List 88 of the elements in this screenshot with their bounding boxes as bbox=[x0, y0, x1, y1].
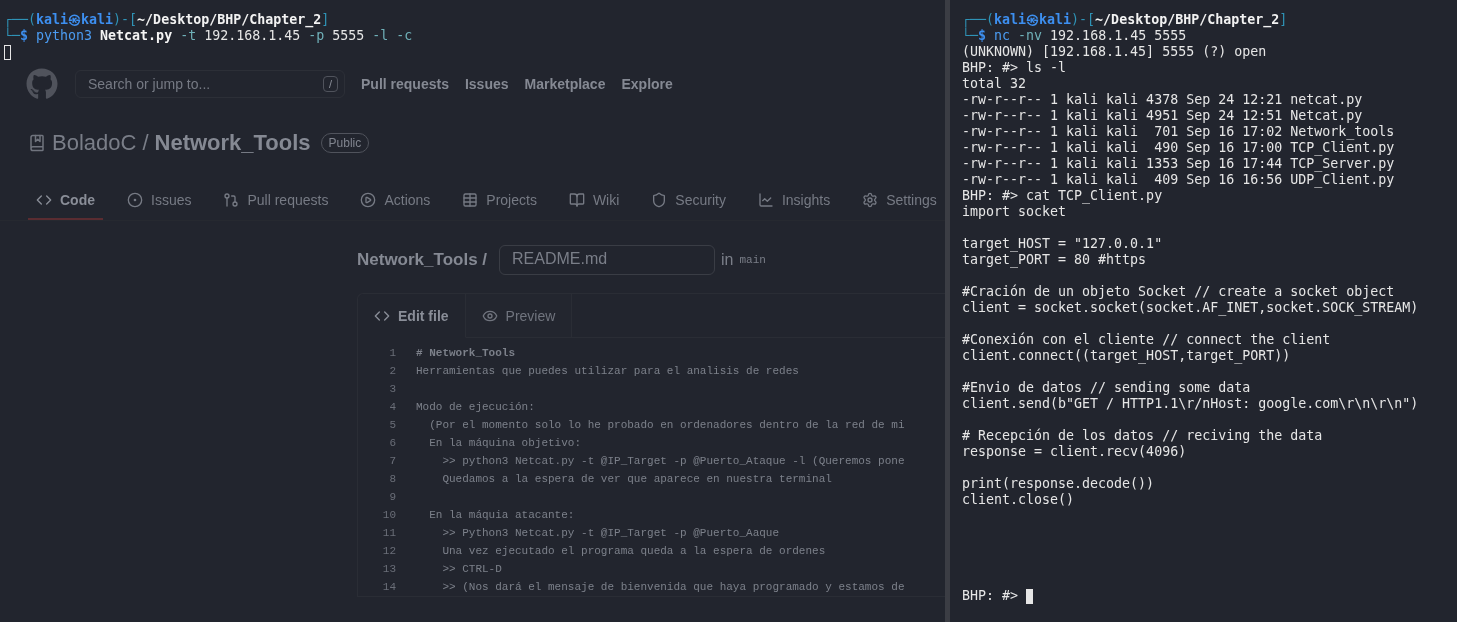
nav-link[interactable]: Issues bbox=[464, 76, 509, 92]
output-line: BHP: #> cat TCP_Client.py bbox=[962, 188, 1163, 204]
nav-link[interactable]: Explore bbox=[621, 76, 673, 92]
code-line: En la máquina objetivo: bbox=[428, 437, 583, 449]
line-number: 8 bbox=[388, 473, 396, 485]
output-line: client.close() bbox=[962, 492, 1075, 508]
line-number: 3 bbox=[388, 383, 396, 395]
branch-name: main bbox=[739, 254, 766, 266]
prompt-line: ┌──(kali㉿kali)-[~/Desktop/BHP/Chapter_2] bbox=[962, 12, 1288, 28]
pull-request-icon bbox=[223, 192, 240, 208]
output-line: print(response.decode()) bbox=[962, 476, 1155, 492]
search-field[interactable]: Search or jump to... / bbox=[75, 70, 345, 98]
line-number: 1 bbox=[388, 347, 396, 359]
code-line: # Network_Tools bbox=[416, 347, 517, 359]
settings-icon bbox=[862, 192, 879, 208]
output-line: -rw-r--r-- 1 kali kali 490 Sep 16 17:00 TCP_Client.py bbox=[962, 140, 1395, 156]
repo-tab[interactable]: Wiki bbox=[560, 192, 628, 220]
branch-label: in bbox=[721, 251, 734, 269]
play-icon bbox=[360, 192, 377, 208]
output-line: -rw-r--r-- 1 kali kali 701 Sep 16 17:02 Network_tools bbox=[962, 124, 1395, 140]
output-line: BHP: #> ls -l bbox=[962, 60, 1067, 76]
repo-tab[interactable]: Settings bbox=[854, 192, 945, 220]
output-line: #Cración de un objeto Socket // create a socket object bbox=[962, 284, 1395, 300]
output-line: client.connect((target_HOST,target_PORT)) bbox=[962, 348, 1291, 364]
code-line: Herramientas que puedes utilizar para el analisis de redes bbox=[416, 365, 800, 377]
repo-tab[interactable]: Actions bbox=[352, 192, 439, 220]
output-line: response = client.recv(4096) bbox=[962, 444, 1187, 460]
output-line: #Conexión con el cliente // connect the client bbox=[962, 332, 1331, 348]
repo-tab[interactable]: Security bbox=[643, 192, 734, 220]
book-icon bbox=[28, 134, 46, 152]
nav-link[interactable]: Marketplace bbox=[524, 76, 606, 92]
line-number: 4 bbox=[388, 401, 396, 413]
editor-tab[interactable]: Edit file bbox=[358, 294, 466, 338]
repo-tab[interactable]: Insights bbox=[749, 192, 839, 220]
shield-icon bbox=[651, 192, 668, 208]
editor-tab[interactable]: Preview bbox=[465, 294, 573, 338]
line-number: 6 bbox=[388, 437, 396, 449]
code-line: Modo de ejecución: bbox=[416, 401, 536, 413]
filename-field[interactable]: README.md bbox=[499, 245, 716, 275]
output-line: client.send(b"GET / HTTP1.1\r/nHost: google.com\r\n\r\n") bbox=[962, 396, 1419, 412]
output-line: -rw-r--r-- 1 kali kali 409 Sep 16 16:56 UDP_Client.py bbox=[962, 172, 1395, 188]
code-line: >> Python3 Netcat.py -t @IP_Target -p @Puerto_Aaque bbox=[441, 527, 781, 539]
line-number: 10 bbox=[381, 509, 396, 521]
prompt-line: ┌──(kali㉿kali)-[~/Desktop/BHP/Chapter_2] bbox=[4, 12, 330, 28]
repo-link[interactable]: Network_Tools / bbox=[357, 250, 488, 270]
code-line: >> CTRL-D bbox=[441, 563, 503, 575]
line-number: 9 bbox=[388, 491, 396, 503]
line-number: 2 bbox=[388, 365, 396, 377]
line-number: 7 bbox=[388, 455, 396, 467]
prompt-line: BHP: #> bbox=[962, 588, 1020, 604]
output-line: total 32 bbox=[962, 76, 1027, 92]
line-chart-icon bbox=[757, 192, 774, 208]
code-line: (Por el momento solo lo he probado en ordenadores dentro de la red de mi bbox=[428, 419, 906, 431]
repo-owner[interactable]: BoladoC bbox=[52, 130, 137, 156]
repo-tab[interactable]: Pull requests bbox=[215, 192, 337, 220]
circle-dot-icon bbox=[127, 192, 143, 208]
code-line: >> (Nos dará el mensaje de bienvenida que haya programado y estamos de bbox=[441, 581, 906, 593]
nav-link[interactable]: Pull requests bbox=[361, 76, 449, 92]
repo-tab[interactable]: Projects bbox=[454, 192, 545, 220]
code-icon bbox=[36, 192, 52, 208]
book-icon bbox=[568, 192, 585, 208]
line-number: 11 bbox=[381, 527, 396, 539]
output-line: #Envio de datos // sending some data bbox=[962, 380, 1251, 396]
repo-name[interactable]: Network_Tools bbox=[154, 130, 311, 156]
line-number: 12 bbox=[381, 545, 396, 557]
output-line: -rw-r--r-- 1 kali kali 1353 Sep 16 17:44 TCP_Server.py bbox=[962, 156, 1395, 172]
output-line: import socket bbox=[962, 204, 1067, 220]
prompt-line: └─$ python3 Netcat.py -t 192.168.1.45 -p 5555 -l -c bbox=[4, 28, 413, 44]
line-number: 5 bbox=[388, 419, 396, 431]
code-line: Una vez ejecutado el programa queda a la espera de ordenes bbox=[441, 545, 827, 557]
table-icon bbox=[462, 192, 479, 208]
output-line: client = socket.socket(socket.AF_INET,socket.SOCK_STREAM) bbox=[962, 300, 1419, 316]
output-line: # Recepción de los datos // reciving the data bbox=[962, 428, 1323, 444]
output-line: -rw-r--r-- 1 kali kali 4378 Sep 24 12:21 netcat.py bbox=[962, 92, 1363, 108]
prompt-line: └─$ nc -nv 192.168.1.45 5555 bbox=[962, 28, 1187, 44]
repo-tab[interactable]: Issues bbox=[119, 192, 200, 220]
output-line: target_PORT = 80 #https bbox=[962, 252, 1147, 268]
line-number: 13 bbox=[381, 563, 396, 575]
code-line: >> python3 Netcat.py -t @IP_Target -p @Puerto_Ataque -l (Queremos pone bbox=[441, 455, 906, 467]
repo-tab[interactable]: Code bbox=[28, 192, 103, 220]
code-line: Quedamos a la espera de ver que aparece en nuestra terminal bbox=[441, 473, 833, 485]
code-line: En la máquia atacante: bbox=[428, 509, 576, 521]
path-separator: / bbox=[142, 130, 149, 156]
output-line: target_HOST = "127.0.0.1" bbox=[962, 236, 1163, 252]
line-number: 14 bbox=[381, 581, 396, 593]
output-line: (UNKNOWN) [192.168.1.45] 5555 (?) open bbox=[962, 44, 1267, 60]
output-line: -rw-r--r-- 1 kali kali 4951 Sep 24 12:51 Netcat.py bbox=[962, 108, 1363, 124]
cat-logo-icon[interactable] bbox=[26, 68, 58, 100]
